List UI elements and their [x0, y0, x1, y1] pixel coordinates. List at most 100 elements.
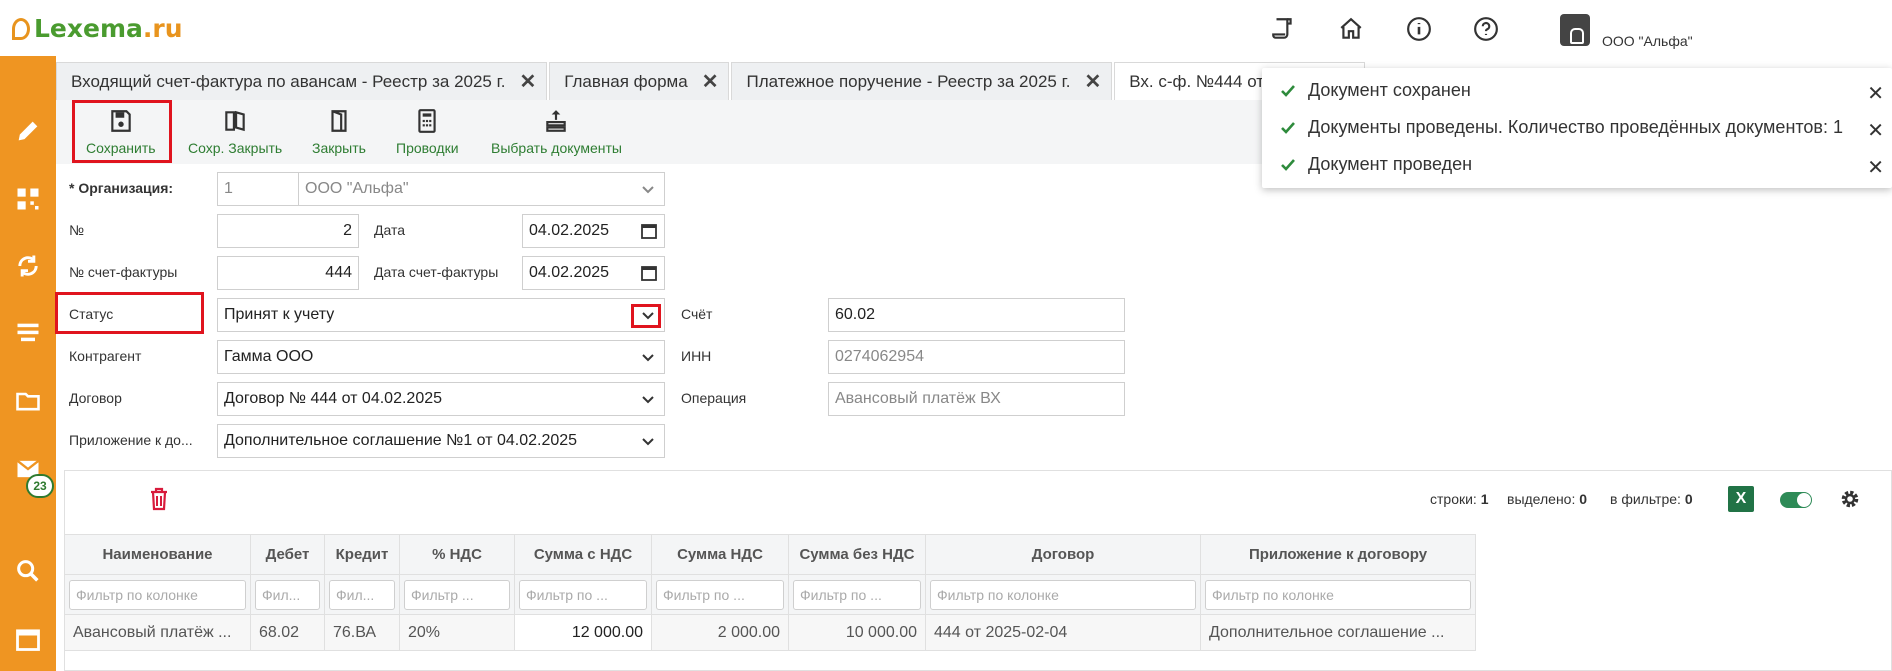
account-field[interactable]: 60.02	[828, 298, 1125, 332]
postings-button[interactable]: Проводки	[396, 108, 459, 156]
toggle-switch[interactable]	[1780, 492, 1812, 508]
organization-code-field[interactable]: 1	[217, 172, 299, 206]
invoice-date-label: Дата счет-фактуры	[374, 264, 499, 280]
filter-cell: Фильтр по ...	[788, 574, 926, 615]
chevron-down-icon[interactable]	[640, 349, 656, 365]
tab-label: Платежное поручение - Реестр за 2025 г.	[746, 71, 1071, 91]
organization-select[interactable]: ООО "Альфа"	[298, 172, 665, 206]
door-icon	[331, 110, 347, 132]
close-icon[interactable]: ✕	[519, 69, 536, 94]
status-select[interactable]: Принят к учету	[217, 298, 665, 332]
qr-icon[interactable]	[13, 184, 43, 214]
column-filter-input[interactable]: Фил...	[255, 579, 320, 610]
chevron-down-icon[interactable]	[640, 391, 656, 407]
contract-label: Договор	[69, 390, 122, 406]
calendar-icon[interactable]	[640, 222, 658, 240]
selected-count: выделено: 0	[1507, 491, 1588, 507]
notification-item: Документ сохранен	[1280, 80, 1471, 101]
trash-icon[interactable]	[148, 487, 170, 511]
document-icon[interactable]	[1270, 16, 1296, 42]
column-header[interactable]: Сумма с НДС	[514, 534, 652, 575]
table-cell[interactable]: 2 000.00	[651, 614, 789, 651]
column-filter-input[interactable]: Фильтр по ...	[519, 579, 647, 610]
close-icon[interactable]: ✕	[1084, 69, 1101, 94]
sync-icon[interactable]	[13, 251, 43, 281]
sidebar	[0, 56, 56, 671]
table-cell[interactable]: 444 от 2025-02-04	[925, 614, 1201, 651]
column-header[interactable]: Сумма без НДС	[788, 534, 926, 575]
status-value: Принят к учету	[224, 306, 335, 323]
column-header[interactable]: Сумма НДС	[651, 534, 789, 575]
tab-payment-order-registry[interactable]: Платежное поручение - Реестр за 2025 г. ✕	[731, 62, 1113, 100]
table-cell[interactable]: 68.02	[250, 614, 325, 651]
status-dropdown-highlight	[631, 304, 661, 328]
save-close-button[interactable]: Сохр. Закрыть	[188, 108, 282, 156]
close-icon[interactable]: ✕	[702, 69, 719, 94]
date-field[interactable]: 04.02.2025	[522, 214, 665, 248]
counterparty-select[interactable]: Гамма ООО	[217, 340, 665, 374]
home-icon[interactable]	[1338, 16, 1364, 42]
number-field[interactable]: 2	[217, 214, 359, 248]
filter-cell: Фильтр по ...	[651, 574, 789, 615]
operation-label: Операция	[681, 390, 747, 406]
invoice-number-label: № счет-фактуры	[69, 264, 178, 280]
tab-advance-invoices-registry[interactable]: Входящий счет-фактура по авансам - Реест…	[56, 62, 548, 100]
invoice-date-field[interactable]: 04.02.2025	[522, 256, 665, 290]
pencil-icon[interactable]	[13, 116, 43, 146]
inn-field[interactable]: 0274062954	[828, 340, 1125, 374]
notification-text: Документы проведены. Количество проведён…	[1308, 117, 1844, 137]
column-filter-input[interactable]: Фильтр по колонке	[1205, 579, 1471, 610]
table-cell[interactable]: 76.ВА	[324, 614, 400, 651]
user-avatar[interactable]	[1560, 14, 1590, 46]
close-button[interactable]: Закрыть	[312, 108, 366, 156]
column-filter-input[interactable]: Фильтр по колонке	[69, 579, 246, 610]
gear-icon[interactable]	[1838, 487, 1862, 511]
close-label: Закрыть	[312, 140, 366, 156]
search-icon[interactable]	[13, 556, 43, 586]
table-cell[interactable]: Авансовый платёж ...	[64, 614, 251, 651]
close-icon[interactable]: ✕	[1867, 118, 1884, 143]
table-header-row: Наименование Дебет Кредит % НДС Сумма с …	[64, 534, 1476, 575]
column-header[interactable]: Дебет	[250, 534, 325, 575]
list-icon[interactable]	[13, 318, 43, 348]
column-filter-input[interactable]: Фильтр по ...	[656, 579, 784, 610]
close-icon[interactable]: ✕	[1867, 155, 1884, 180]
select-documents-button[interactable]: Выбрать документы	[491, 108, 622, 156]
column-header[interactable]: Кредит	[324, 534, 400, 575]
calendar-icon[interactable]	[640, 264, 658, 282]
date-label: Дата	[374, 222, 406, 238]
rows-count: строки: 1	[1430, 491, 1489, 507]
table-cell-editing[interactable]: 12 000.00	[514, 614, 652, 651]
notification-item: Документы проведены. Количество проведён…	[1280, 117, 1843, 138]
column-filter-input[interactable]: Фильтр по колонке	[930, 579, 1196, 610]
account-label: Счёт	[681, 306, 713, 322]
folder-icon[interactable]	[13, 386, 43, 416]
info-icon[interactable]	[1406, 16, 1432, 42]
lexema-logo[interactable]: Lexema.ru	[12, 14, 183, 43]
calendar-icon[interactable]	[13, 624, 43, 654]
table-cell[interactable]: 10 000.00	[788, 614, 926, 651]
excel-export-icon[interactable]: X	[1728, 486, 1754, 512]
column-header[interactable]: Приложение к договору	[1200, 534, 1476, 575]
postings-table: Наименование Дебет Кредит % НДС Сумма с …	[64, 534, 1476, 651]
column-filter-input[interactable]: Фил...	[329, 579, 395, 610]
annex-select[interactable]: Дополнительное соглашение №1 от 04.02.20…	[217, 424, 665, 458]
table-row[interactable]: Авансовый платёж ... 68.02 76.ВА 20% 12 …	[64, 614, 1476, 651]
table-cell[interactable]: Дополнительное соглашение ...	[1200, 614, 1476, 651]
logo-text: Lexema.ru	[34, 14, 183, 43]
column-header[interactable]: Договор	[925, 534, 1201, 575]
user-name[interactable]: ООО "Альфа"	[1602, 33, 1693, 49]
column-filter-input[interactable]: Фильтр по ...	[793, 579, 921, 610]
close-icon[interactable]: ✕	[1867, 81, 1884, 106]
column-header[interactable]: % НДС	[399, 534, 515, 575]
tab-bar: Входящий счет-фактура по авансам - Реест…	[56, 62, 1367, 100]
contract-select[interactable]: Договор № 444 от 04.02.2025	[217, 382, 665, 416]
chevron-down-icon[interactable]	[640, 433, 656, 449]
operation-field[interactable]: Авансовый платёж ВХ	[828, 382, 1125, 416]
column-header[interactable]: Наименование	[64, 534, 251, 575]
help-icon[interactable]	[1473, 16, 1499, 42]
tab-main-form[interactable]: Главная форма ✕	[549, 62, 730, 100]
invoice-number-field[interactable]: 444	[217, 256, 359, 290]
column-filter-input[interactable]: Фильтр ...	[404, 579, 510, 610]
table-cell[interactable]: 20%	[399, 614, 515, 651]
